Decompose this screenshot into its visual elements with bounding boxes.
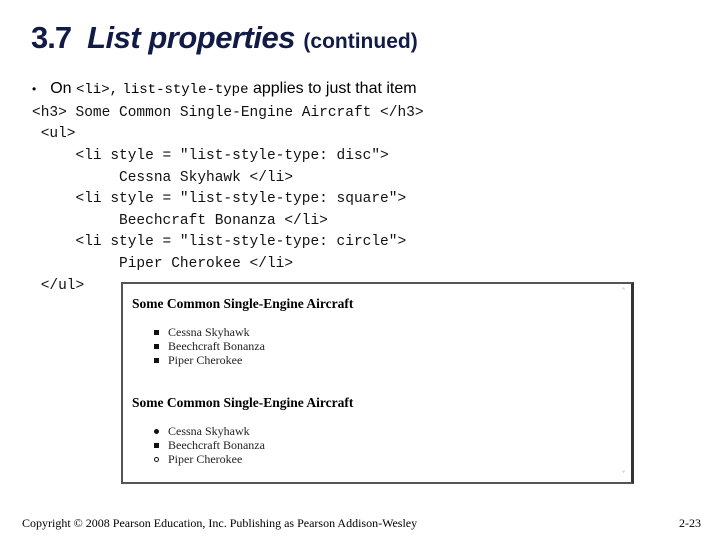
code-line: <li style = "list-style-type: disc"> — [32, 148, 389, 164]
bullet-point: • On <li>, list-style-type applies to jus… — [32, 80, 417, 98]
browser-screenshot: ˄ ˅ Some Common Single-Engine Aircraft C… — [121, 282, 634, 484]
circle-bullet-icon — [154, 457, 159, 462]
square-bullet-icon — [154, 344, 159, 349]
code-line: Beechcraft Bonanza </li> — [32, 213, 328, 229]
bullet-suffix: applies to just that item — [252, 80, 417, 97]
code-line: Piper Cherokee </li> — [32, 256, 294, 272]
list-item-text: Beechcraft Bonanza — [168, 339, 265, 353]
list-item: Piper Cherokee — [154, 452, 265, 466]
list-item: Cessna Skyhawk — [154, 325, 265, 339]
square-bullet-icon — [154, 443, 159, 448]
list-item-text: Cessna Skyhawk — [168, 325, 250, 339]
bullet-prefix: On — [50, 80, 72, 97]
list-item-text: Beechcraft Bonanza — [168, 438, 265, 452]
list-item: Cessna Skyhawk — [154, 424, 265, 438]
copyright: Copyright © 2008 Pearson Education, Inc.… — [22, 516, 418, 530]
slide-title: 3.7 List properties (continued) — [31, 20, 418, 56]
list-item: Beechcraft Bonanza — [154, 438, 265, 452]
bullet-icon: • — [32, 82, 37, 96]
list-item: Beechcraft Bonanza — [154, 339, 265, 353]
aircraft-list: Cessna Skyhawk Beechcraft Bonanza Piper … — [154, 424, 265, 466]
code-line: <ul> — [32, 126, 76, 142]
title-number: 3.7 — [31, 20, 72, 55]
disc-bullet-icon — [154, 429, 159, 434]
title-suffix: (continued) — [303, 30, 418, 53]
list-item-text: Cessna Skyhawk — [168, 424, 250, 438]
list-heading: Some Common Single-Engine Aircraft — [132, 395, 354, 410]
square-bullet-icon — [154, 358, 159, 363]
code-line: <li style = "list-style-type: square"> — [32, 191, 407, 207]
code-line: Cessna Skyhawk </li> — [32, 170, 294, 186]
list-item-text: Piper Cherokee — [168, 452, 243, 466]
bullet-code-li: <li>, — [76, 82, 119, 98]
scroll-up-icon[interactable]: ˄ — [619, 287, 628, 296]
square-bullet-icon — [154, 330, 159, 335]
bullet-code-property: list-style-type — [122, 82, 249, 98]
code-line: </ul> — [32, 278, 85, 294]
slide: 3.7 List properties (continued) • On <li>,… — [0, 0, 720, 540]
list-item: Piper Cherokee — [154, 353, 265, 367]
code-line: <h3> Some Common Single-Engine Aircraft … — [32, 105, 424, 121]
title-main: List properties — [87, 20, 295, 55]
code-line: <li style = "list-style-type: circle"> — [32, 234, 407, 250]
list-item-text: Piper Cherokee — [168, 353, 243, 367]
list-heading: Some Common Single-Engine Aircraft — [132, 296, 354, 311]
aircraft-list: Cessna Skyhawk Beechcraft Bonanza Piper … — [154, 325, 265, 367]
scroll-down-icon[interactable]: ˅ — [619, 470, 628, 479]
page-number: 2-23 — [679, 516, 701, 530]
